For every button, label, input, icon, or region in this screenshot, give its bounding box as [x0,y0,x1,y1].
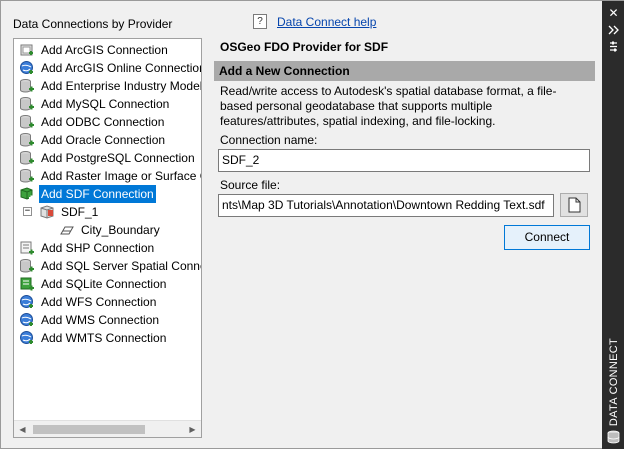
db-add-icon [19,78,35,94]
help-link[interactable]: Data Connect help [277,15,376,29]
globe-icon [19,330,35,346]
source-file-label: Source file: [220,178,281,192]
provider-description: Read/write access to Autodesk's spatial … [220,84,592,128]
tree-item[interactable]: Add SHP Connection [19,239,201,257]
sdf-icon [39,204,55,220]
globe-icon [19,312,35,328]
tree-item-label: Add SQLite Connection [41,277,167,291]
tree-item[interactable]: Add Enterprise Industry Model [19,77,201,95]
db-add-icon [19,132,35,148]
provider-tree[interactable]: Add ArcGIS Connection Add ArcGIS Online C… [13,38,202,438]
sdf-add-icon [19,186,35,202]
tree-item-label: Add Enterprise Industry Model [41,79,202,93]
scroll-right-icon[interactable]: ▶ [184,421,201,437]
description-line: Read/write access to Autodesk's spatial … [220,84,557,98]
tree-item-label: Add Raster Image or Surface C [41,169,202,183]
browse-button[interactable] [560,193,588,217]
tree-item-label: Add ArcGIS Online Connection [41,61,202,75]
help-icon[interactable]: ? [253,14,267,29]
horizontal-scrollbar[interactable]: ◀ ▶ [14,420,201,437]
tree-item-label: Add WMTS Connection [41,331,167,345]
sqlite-add-icon [19,276,35,292]
properties-icon[interactable] [606,39,621,54]
tree-item-label: Add PostgreSQL Connection [41,151,195,165]
tree-item[interactable]: Add WFS Connection [19,293,201,311]
globe-icon [19,294,35,310]
connection-name-input[interactable]: SDF_2 [218,149,590,172]
tree-item[interactable]: Add Oracle Connection [19,131,201,149]
globe-icon [19,60,35,76]
tree-item-label: Add SHP Connection [41,241,155,255]
tree-item[interactable]: Add ArcGIS Online Connection [19,59,201,77]
tree-item-label: Add Oracle Connection [41,133,166,147]
tree-item[interactable]: Add WMTS Connection [19,329,201,347]
file-icon [568,197,581,213]
scroll-thumb[interactable] [33,425,145,434]
tree-item-label: City_Boundary [81,223,160,237]
db-add-icon [19,168,35,184]
description-line: based personal geodatabase that supports… [220,99,493,113]
provider-title: OSGeo FDO Provider for SDF [220,40,389,54]
tree-item[interactable]: Add MySQL Connection [19,95,201,113]
close-icon[interactable]: ✕ [606,6,621,21]
palette-title: DATA CONNECT [607,337,620,427]
tree-item[interactable]: Add SDF Connection [19,185,201,203]
tree-item[interactable]: Add ArcGIS Connection [19,41,201,59]
db-add-icon [19,258,35,274]
scroll-left-icon[interactable]: ◀ [14,421,31,437]
db-add-icon [19,114,35,130]
autohide-icon[interactable] [606,23,621,38]
tree-item-label: Add WMS Connection [41,313,160,327]
tree-item[interactable]: Add Raster Image or Surface C [19,167,201,185]
description-line: features/attributes, spatial indexing, a… [220,114,496,128]
section-header: Add a New Connection [214,61,595,81]
arcgis-icon [19,42,35,58]
tree-item[interactable]: Add WMS Connection [19,311,201,329]
tree-item[interactable]: Add ODBC Connection [19,113,201,131]
tree-item-label: Add ArcGIS Connection [41,43,168,57]
tree-item[interactable]: − SDF_1 [23,203,201,221]
db-add-icon [19,96,35,112]
tree-item[interactable]: Add SQL Server Spatial Connec [19,257,201,275]
connection-name-label: Connection name: [220,133,318,147]
tree-item-label: Add MySQL Connection [41,97,170,111]
database-icon [607,430,620,444]
tree-item-label: Add SQL Server Spatial Connec [41,259,202,273]
feature-class-icon [59,222,75,238]
providers-heading: Data Connections by Provider [13,17,173,31]
data-connect-window: Data Connections by Provider Add ArcGIS … [0,0,624,449]
tree-item[interactable]: Add PostgreSQL Connection [19,149,201,167]
db-add-icon [19,150,35,166]
palette-title-bar: ✕ DATA CONNECT [602,1,624,449]
tree-item-label: Add WFS Connection [41,295,157,309]
connect-button[interactable]: Connect [504,225,590,250]
source-file-input[interactable]: nts\Map 3D Tutorials\Annotation\Downtown… [218,194,554,217]
collapse-toggle-icon[interactable]: − [23,207,32,216]
tree-item[interactable]: City_Boundary [59,221,201,239]
tree-item-label: Add ODBC Connection [41,115,165,129]
shp-add-icon [19,240,35,256]
tree-item-label: SDF_1 [61,205,99,219]
tree-item-label: Add SDF Connection [39,185,156,203]
tree-item[interactable]: Add SQLite Connection [19,275,201,293]
